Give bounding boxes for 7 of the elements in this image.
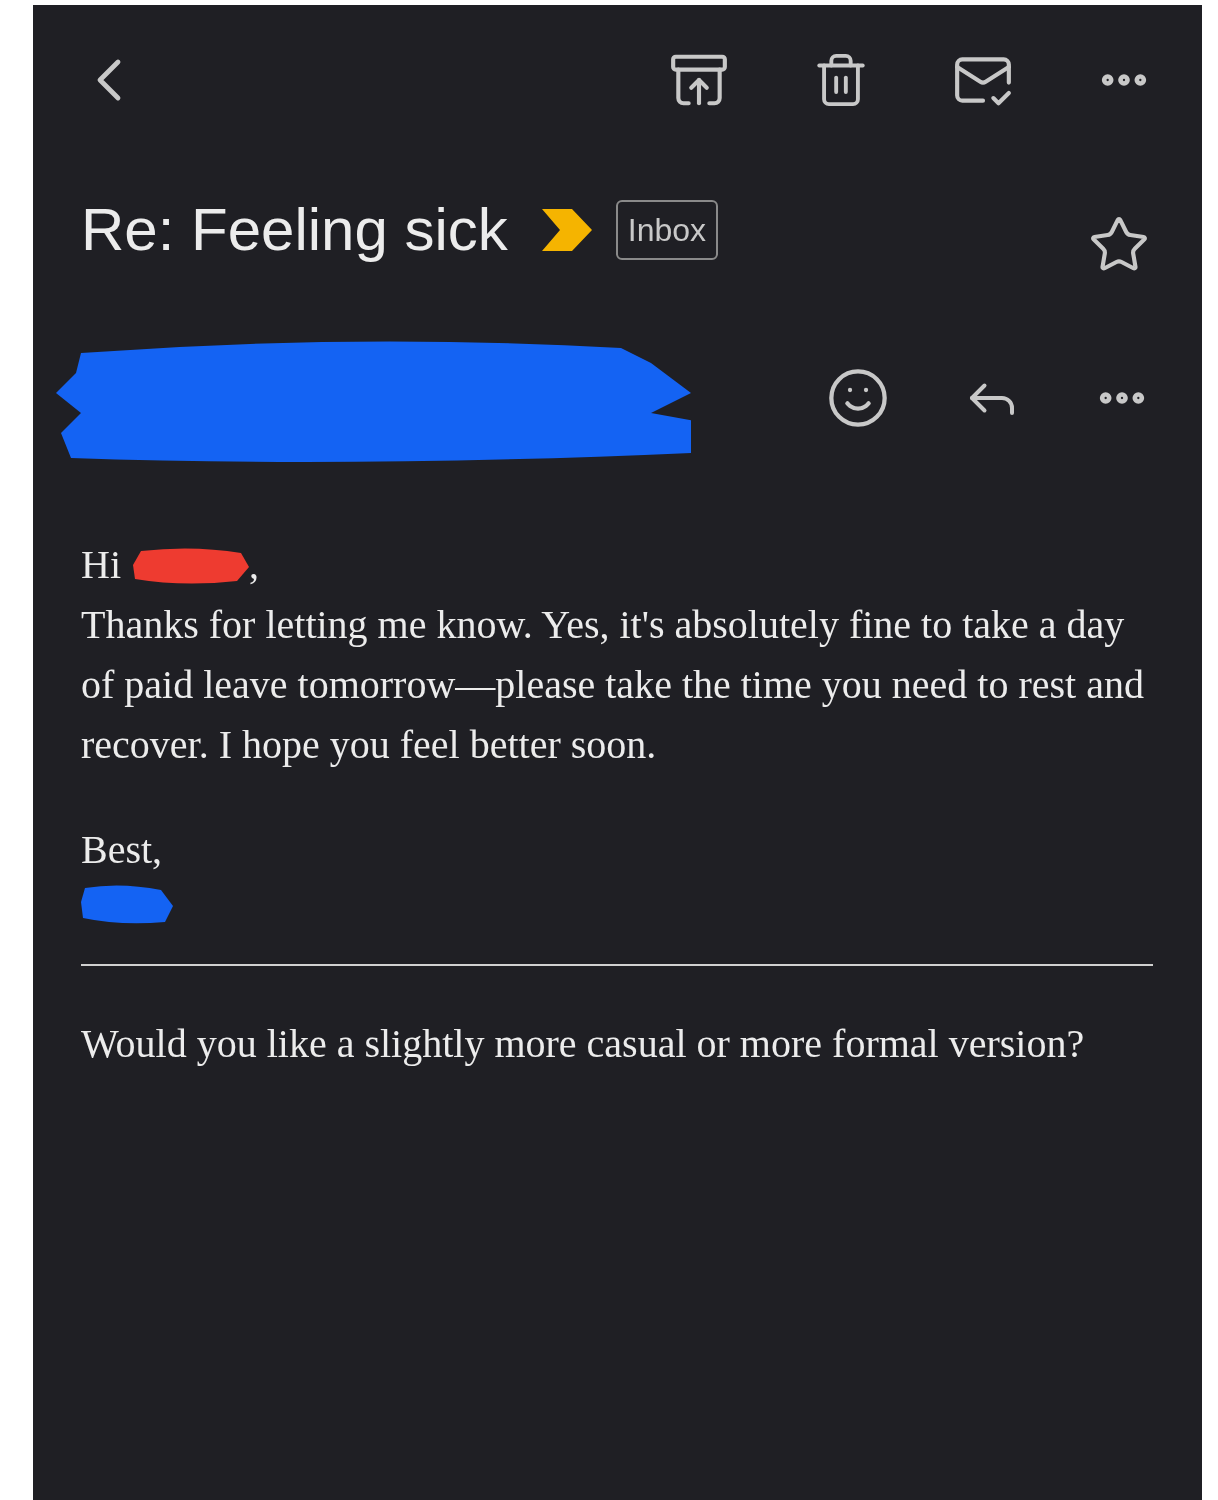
greeting-text: Hi bbox=[81, 541, 121, 589]
label-tag[interactable]: Inbox bbox=[615, 200, 719, 260]
message-body: Thanks for letting me know. Yes, it's absolutely fine to take a day of paid leave tomorrow—please take the time you need to rest and recover. I hope you feel better soon. bbox=[81, 601, 1145, 769]
email-subject: Re: Feeling sick bbox=[81, 195, 508, 265]
closing-text: Best, bbox=[81, 826, 164, 874]
follow-up-question: Would you like a slightly more casual or more formal version? bbox=[81, 1020, 1086, 1068]
greeting-punctuation: , bbox=[249, 541, 259, 589]
